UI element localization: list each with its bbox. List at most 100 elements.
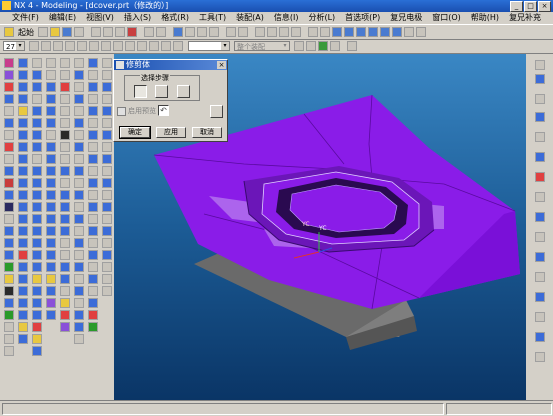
block-icon[interactable] xyxy=(18,58,28,68)
deselect-icon[interactable] xyxy=(125,41,135,51)
n-sided-icon[interactable] xyxy=(46,118,56,128)
view-section-icon[interactable] xyxy=(60,166,70,176)
polygon-icon[interactable] xyxy=(4,130,14,140)
boss-icon[interactable] xyxy=(18,118,28,128)
interference-icon[interactable] xyxy=(74,214,84,224)
palette-icon[interactable] xyxy=(535,152,545,162)
sphere-analysis-icon[interactable] xyxy=(74,322,84,332)
wireframe-view-icon[interactable] xyxy=(344,27,354,37)
sweep-icon[interactable] xyxy=(18,202,28,212)
shaded-view-icon[interactable] xyxy=(332,27,342,37)
open-file-icon[interactable] xyxy=(50,27,60,37)
system-scenes-icon[interactable] xyxy=(535,212,545,222)
color-icon[interactable] xyxy=(88,274,98,284)
mesh-icon[interactable] xyxy=(32,310,42,320)
ellipse-icon[interactable] xyxy=(4,142,14,152)
distance-icon[interactable] xyxy=(74,58,84,68)
copy-to-layer-icon[interactable] xyxy=(88,202,98,212)
circle-icon[interactable] xyxy=(4,82,14,92)
transition-icon[interactable] xyxy=(46,130,56,140)
dimension-icon[interactable] xyxy=(60,142,70,152)
paste-icon[interactable] xyxy=(115,27,125,37)
join-curve-icon[interactable] xyxy=(4,226,14,236)
report-icon[interactable] xyxy=(74,298,84,308)
swept-icon[interactable] xyxy=(46,298,56,308)
point-icon[interactable] xyxy=(267,27,277,37)
thicken-icon[interactable] xyxy=(32,238,42,248)
delete-icon[interactable] xyxy=(127,27,137,37)
close-button[interactable]: × xyxy=(538,1,551,12)
analysis-icon[interactable] xyxy=(291,27,301,37)
blend-icon[interactable] xyxy=(18,250,28,260)
highlight-lines-icon[interactable] xyxy=(74,262,84,272)
trim-tool-icon[interactable] xyxy=(210,105,223,118)
save-icon[interactable] xyxy=(62,27,72,37)
menu-window[interactable]: 窗口(O) xyxy=(428,12,467,24)
assembly-navigator-icon[interactable] xyxy=(535,60,545,70)
right-view-icon[interactable] xyxy=(392,27,402,37)
wcs-origin-icon[interactable] xyxy=(88,70,98,80)
chamfer-edge-icon[interactable] xyxy=(18,262,28,272)
view-rotate-icon[interactable] xyxy=(102,82,112,92)
copy-icon[interactable] xyxy=(103,27,113,37)
extension-icon[interactable] xyxy=(46,214,56,224)
thread-icon[interactable] xyxy=(60,106,70,116)
pad-icon[interactable] xyxy=(18,142,28,152)
roles-icon[interactable] xyxy=(535,172,545,182)
wrap-curve-icon[interactable] xyxy=(4,298,14,308)
split-body-icon[interactable] xyxy=(32,214,42,224)
web-browser-icon[interactable] xyxy=(535,132,545,142)
section-analysis-icon[interactable] xyxy=(74,274,84,284)
show-icon[interactable] xyxy=(88,154,98,164)
minimum-distance-icon[interactable] xyxy=(74,226,84,236)
trimmed-sheet-icon[interactable] xyxy=(46,250,56,260)
pocket-icon[interactable] xyxy=(18,130,28,140)
rib-icon[interactable] xyxy=(60,70,70,80)
subtract-icon[interactable] xyxy=(18,226,28,236)
grid-icon[interactable] xyxy=(88,250,98,260)
pan-icon[interactable] xyxy=(209,27,219,37)
teamcenter-icon[interactable] xyxy=(535,292,545,302)
examine-geometry-icon[interactable] xyxy=(74,166,84,176)
silhouette-icon[interactable] xyxy=(46,202,56,212)
text-curve-icon[interactable] xyxy=(4,202,14,212)
studio-surface-icon[interactable] xyxy=(46,82,56,92)
spline-icon[interactable] xyxy=(4,94,14,104)
swoop-icon[interactable] xyxy=(46,94,56,104)
assembly-icon[interactable] xyxy=(60,202,70,212)
view-camera-icon[interactable] xyxy=(102,202,112,212)
offset-face-icon[interactable] xyxy=(18,298,28,308)
select-face-icon[interactable] xyxy=(41,41,51,51)
expression-icon[interactable] xyxy=(32,178,42,188)
point-icon[interactable] xyxy=(4,310,14,320)
surface-icon[interactable] xyxy=(32,346,42,356)
mirror-icon[interactable] xyxy=(18,334,28,344)
sphere-icon[interactable] xyxy=(18,94,28,104)
globe-icon[interactable] xyxy=(88,322,98,332)
enable-preview-checkbox[interactable]: 启用预览 xyxy=(117,106,156,116)
font-icon[interactable] xyxy=(88,286,98,296)
start-icon[interactable] xyxy=(4,27,14,37)
ie-icon[interactable] xyxy=(535,352,545,362)
slope-icon[interactable] xyxy=(74,130,84,140)
bounded-plane-icon[interactable] xyxy=(32,274,42,284)
bridge-curve-icon[interactable] xyxy=(4,190,14,200)
plus-icon[interactable] xyxy=(4,322,14,332)
split-curve-icon[interactable] xyxy=(4,250,14,260)
layout-icon[interactable] xyxy=(60,190,70,200)
snap-mid-icon[interactable] xyxy=(149,41,159,51)
select-component-icon[interactable] xyxy=(306,41,316,51)
clearance-icon[interactable] xyxy=(60,274,70,284)
wcs-icon[interactable] xyxy=(88,58,98,68)
continuity-icon[interactable] xyxy=(74,250,84,260)
offset-curve-icon[interactable] xyxy=(4,154,14,164)
move-to-layer-icon[interactable] xyxy=(88,190,98,200)
select-feature-icon[interactable] xyxy=(77,41,87,51)
select-curve-icon[interactable] xyxy=(89,41,99,51)
dialog-close-icon[interactable]: × xyxy=(217,61,226,69)
styled-blend-icon[interactable] xyxy=(46,190,56,200)
extrude-icon[interactable] xyxy=(320,27,330,37)
assembly-filter-select[interactable]: 整个装配 ▾ xyxy=(234,41,290,51)
reflection-icon[interactable] xyxy=(74,118,84,128)
width-icon[interactable] xyxy=(88,298,98,308)
